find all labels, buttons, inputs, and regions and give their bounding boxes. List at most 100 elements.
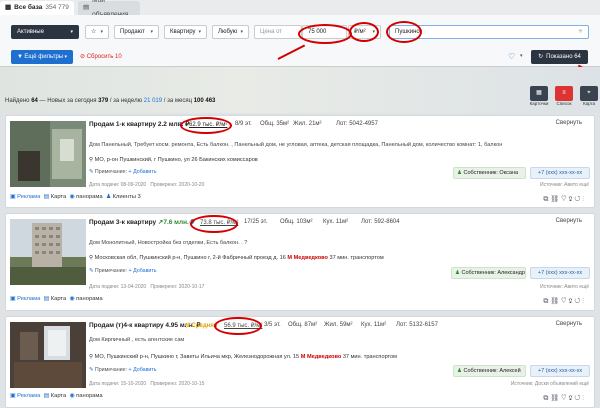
- collapse-button[interactable]: Свернуть: [556, 218, 582, 224]
- panorama-link[interactable]: панорама: [76, 296, 102, 302]
- heart-icon[interactable]: ♡: [561, 298, 566, 305]
- price-from-label: Цена от: [254, 25, 302, 39]
- listing-description: Дом Панельный, Требует косм. ремонта, Ес…: [89, 142, 503, 148]
- grid-icon: ▦: [536, 90, 542, 96]
- map-link[interactable]: Карта: [51, 393, 67, 399]
- date-checked: Проверено: 2020-10-15: [150, 381, 205, 387]
- ad-icon: ▣: [10, 393, 16, 399]
- map-icon: ▤: [43, 296, 50, 302]
- found-today: 379: [98, 98, 109, 104]
- kitchen-area: Кух. 11м²: [361, 322, 387, 328]
- panorama-link[interactable]: панорама: [76, 393, 102, 399]
- deal-select[interactable]: Продают ▾: [114, 25, 159, 39]
- clients-link[interactable]: Клиенты 3: [113, 194, 141, 200]
- map-link[interactable]: Карта: [51, 296, 67, 302]
- link-icon[interactable]: ⛓: [550, 298, 559, 305]
- loading-icon: ✳: [577, 29, 583, 35]
- chevron-down-icon: ▾: [240, 29, 243, 35]
- status-select[interactable]: Активные ▾: [11, 25, 79, 39]
- phone-button[interactable]: +7 (xxx) xxx-xx-xx: [530, 365, 590, 377]
- list-view-button[interactable]: ≡: [555, 86, 573, 101]
- saved-search-heart-icon[interactable]: ♡: [508, 52, 515, 61]
- card-actions: ⧉ ⛓ ♡ ⇪ ↺ ⋮: [543, 195, 584, 204]
- owner-badge[interactable]: ♟ Собственник: Алексей: [453, 365, 526, 377]
- cards-view-button[interactable]: ▦: [530, 86, 548, 101]
- history-icon[interactable]: ↺: [574, 395, 580, 402]
- more-icon[interactable]: ⋮: [582, 395, 584, 402]
- collapse-button[interactable]: Свернуть: [556, 120, 582, 126]
- copy-icon[interactable]: ⧉: [543, 395, 548, 402]
- type-select[interactable]: Квартиру ▾: [164, 25, 207, 39]
- more-icon[interactable]: ⋮: [582, 196, 584, 203]
- add-note-button[interactable]: + Добавить: [129, 169, 157, 175]
- reset-icon: ⊘: [80, 54, 86, 60]
- listing-photo[interactable]: [10, 322, 86, 388]
- show-results-label: Показано 64: [546, 54, 581, 60]
- tab-my-ads[interactable]: ▤ Мои объявления: [78, 0, 140, 18]
- metro-station: М Медведково: [287, 255, 328, 261]
- listing-photo[interactable]: [10, 219, 86, 285]
- link-icon[interactable]: ⛓: [550, 196, 559, 203]
- floor-info: 8/9 эт.: [235, 121, 252, 127]
- add-note-button[interactable]: + Добавить: [129, 268, 157, 274]
- show-results-button[interactable]: ↻ Показано 64: [531, 50, 588, 64]
- ad-link[interactable]: Реклама: [17, 194, 40, 200]
- ad-link[interactable]: Реклама: [17, 296, 40, 302]
- total-area: Общ. 103м²: [280, 219, 313, 225]
- living-area: Жил. 21м²: [293, 121, 322, 127]
- heart-icon[interactable]: ♡: [561, 395, 566, 402]
- owner-badge[interactable]: ♟ Собственник: Оксана: [453, 167, 526, 179]
- database-icon: ▦: [5, 4, 12, 11]
- tab-all-base[interactable]: ▦ Все база 354 779: [0, 1, 74, 15]
- annotation-ring-unit: [349, 22, 379, 42]
- panorama-icon: ◉: [69, 393, 75, 399]
- share-icon[interactable]: ⇪: [568, 395, 572, 402]
- address-text: МО, р-он Пушкинский, г Пушкино, ул 26 Ба…: [94, 157, 258, 163]
- note-row: ✎ Примечание: + Добавить: [89, 367, 157, 373]
- map-view-button[interactable]: ⌖: [580, 86, 598, 101]
- listing-description: Дом Монолитный, Новостройка без отделки,…: [89, 240, 248, 246]
- share-icon[interactable]: ⇪: [568, 196, 572, 203]
- map-link[interactable]: Карта: [51, 194, 67, 200]
- collapse-button[interactable]: Свернуть: [556, 321, 582, 327]
- owner-name: Собственник: Оксана: [463, 170, 519, 176]
- map-background: [0, 67, 600, 113]
- phone-button[interactable]: +7 (xxx) xxx-xx-xx: [530, 267, 590, 279]
- share-icon[interactable]: ⇪: [568, 298, 572, 305]
- panorama-link[interactable]: панорама: [76, 194, 102, 200]
- total-area: Общ. 35м²: [260, 121, 290, 127]
- history-icon[interactable]: ↺: [574, 298, 580, 305]
- more-icon[interactable]: ⋮: [582, 298, 584, 305]
- chevron-down-icon[interactable]: ▾: [520, 53, 523, 59]
- deal-value: Продают: [120, 29, 145, 35]
- results-summary: Найдено 64 — Новых за сегодня 379 / за н…: [5, 98, 215, 104]
- reset-filters-button[interactable]: ⊘ Сбросить 10: [80, 53, 122, 60]
- favorites-select[interactable]: ☆ ▾: [85, 25, 109, 39]
- source-label: Источник: Авито ещё: [540, 284, 589, 290]
- metro-time: 37 мин. транспортом: [329, 255, 384, 261]
- listing-title[interactable]: Продам 1-к квартиру 2.2 млн. ₽: [89, 120, 189, 128]
- more-filters-button[interactable]: ▼ Ещё фильтры ▾: [11, 50, 73, 64]
- heart-icon[interactable]: ♡: [561, 196, 566, 203]
- reset-label: Сбросить: [86, 54, 114, 60]
- add-note-button[interactable]: + Добавить: [129, 367, 157, 373]
- lot-number: Лот: 592-8604: [361, 219, 400, 225]
- listing-photo[interactable]: [10, 121, 86, 187]
- found-total: 64: [31, 98, 38, 104]
- listing-title[interactable]: Продам 3-к квартиру ↗7.6 млн. ₽: [89, 218, 195, 226]
- history-icon[interactable]: ↺: [574, 196, 580, 203]
- map-icon: ⌖: [587, 90, 591, 96]
- rooms-select[interactable]: Любую ▾: [212, 25, 249, 39]
- ad-link[interactable]: Реклама: [17, 393, 40, 399]
- copy-icon[interactable]: ⧉: [543, 298, 548, 305]
- link-icon[interactable]: ⛓: [550, 395, 559, 402]
- found-month: 100 463: [193, 98, 216, 104]
- phone-button[interactable]: +7 (xxx) xxx-xx-xx: [530, 167, 590, 179]
- card-footer: ▣ Реклама ▤ Карта ◉ панорама ♟ Клиенты 3: [10, 194, 594, 206]
- owner-badge[interactable]: ♟ Собственник: Александр: [451, 267, 526, 279]
- copy-icon[interactable]: ⧉: [543, 196, 548, 203]
- card-footer: ▣ Реклама ▤ Карта ◉ панорама: [10, 393, 594, 405]
- listing-address: ⚲ Московская обл, Пушкинский р-н, Пушкин…: [89, 255, 384, 261]
- reset-count: 10: [115, 54, 122, 60]
- chevron-down-icon: ▾: [64, 54, 67, 60]
